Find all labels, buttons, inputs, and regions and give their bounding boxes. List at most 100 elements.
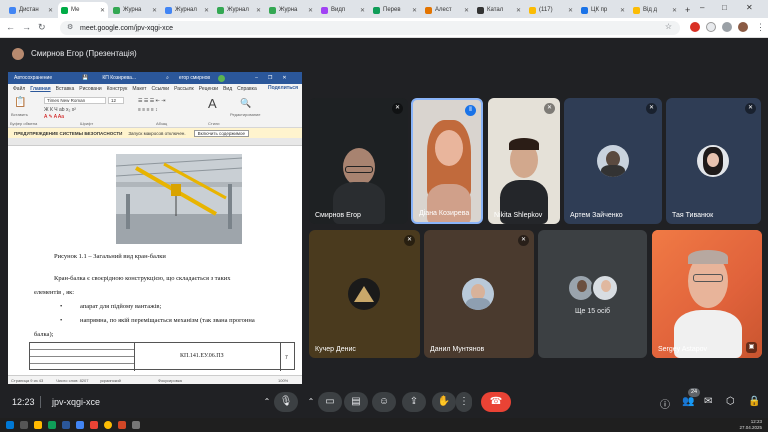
browser-tab[interactable]: Дистан ✕ xyxy=(6,2,56,18)
search-icon[interactable]: ⌕ xyxy=(166,75,169,81)
browser-tab[interactable]: Журна ✕ xyxy=(266,2,316,18)
participant-tile[interactable]: ✕ Смирнов Егор xyxy=(309,98,408,224)
status-language[interactable]: украинский xyxy=(100,378,121,383)
profile-avatar[interactable] xyxy=(738,22,748,32)
sidebar-icon[interactable] xyxy=(722,22,732,32)
pin-icon[interactable]: ▣ xyxy=(746,342,757,353)
app-icon[interactable] xyxy=(48,421,56,429)
close-icon[interactable]: ✕ xyxy=(282,75,286,81)
forward-icon[interactable]: → xyxy=(22,22,31,32)
close-window-icon[interactable]: ✕ xyxy=(746,3,753,12)
more-options-button[interactable]: ⋮ xyxy=(456,392,472,412)
word-tab[interactable]: Рассылк xyxy=(174,86,194,92)
word-tab[interactable]: Вставка xyxy=(56,86,75,92)
reload-icon[interactable]: ↻ xyxy=(38,22,46,33)
extension-icon[interactable] xyxy=(690,22,700,32)
list-icons[interactable]: ☰ ☰ ☰ ⇤ ⇥ xyxy=(138,98,165,104)
extension-puzzle-icon[interactable] xyxy=(706,22,716,32)
enable-content-button[interactable]: Включить содержимое xyxy=(193,129,250,137)
status-words[interactable]: Число слов: 8207 xyxy=(56,378,88,383)
word-tab[interactable]: Главная xyxy=(30,86,50,92)
maximize-icon[interactable]: □ xyxy=(722,3,727,12)
font-color-icon[interactable]: A ✎ A Aa xyxy=(44,114,64,120)
app-icon[interactable] xyxy=(90,421,98,429)
tab-close-icon[interactable]: ✕ xyxy=(308,7,316,14)
tab-close-icon[interactable]: ✕ xyxy=(568,7,576,14)
tab-close-icon[interactable]: ✕ xyxy=(464,7,472,14)
share-button[interactable]: Поделиться xyxy=(268,85,298,91)
chat-icon[interactable]: ✉ xyxy=(704,396,712,407)
mic-options-icon[interactable]: ⌃ xyxy=(262,392,272,412)
tab-close-icon[interactable]: ✕ xyxy=(204,7,212,14)
host-controls-icon[interactable]: 🔒 xyxy=(748,396,760,407)
bold-italic-underline-icon[interactable]: Ж К Ч ab x₂ x² xyxy=(44,107,76,113)
start-icon[interactable] xyxy=(6,421,14,429)
participant-tile[interactable]: ✕ Тая Тиванюк xyxy=(666,98,761,224)
browser-tab[interactable]: Журнал ✕ xyxy=(214,2,264,18)
captions-button[interactable]: ▤ xyxy=(344,392,368,412)
tab-close-icon[interactable]: ✕ xyxy=(672,7,680,14)
status-page[interactable]: Страница 9 из 43 xyxy=(11,378,43,383)
raise-hand-button[interactable]: ✋ xyxy=(432,392,456,412)
word-tab[interactable]: Рецензи xyxy=(199,86,218,92)
app-icon[interactable] xyxy=(76,421,84,429)
end-call-button[interactable]: ☎ xyxy=(481,392,511,412)
zoom-level[interactable]: 100% xyxy=(278,378,288,383)
tab-close-icon[interactable]: ✕ xyxy=(412,7,420,14)
tab-close-icon[interactable]: ✕ xyxy=(620,7,628,14)
browser-tab[interactable]: Катал ✕ xyxy=(474,2,524,18)
tab-close-icon[interactable]: ✕ xyxy=(256,7,264,14)
activities-icon[interactable]: ⬡ xyxy=(726,396,735,407)
editing-icon[interactable]: 🔍 xyxy=(240,98,251,109)
system-clock[interactable]: 12:23 27.04.2025 xyxy=(739,419,762,431)
user-name[interactable]: егор смирнов xyxy=(179,75,210,81)
participant-tile[interactable]: ✕ Nikita Shlepkov xyxy=(488,98,560,224)
tab-close-icon[interactable]: ✕ xyxy=(152,7,160,14)
paste-icon[interactable]: 📋 xyxy=(14,97,26,108)
word-tab[interactable]: Ссылки xyxy=(151,86,169,92)
participant-tile-speaking[interactable]: ⦀ Діана Козирева xyxy=(411,98,483,224)
font-size-select[interactable]: 12 xyxy=(108,97,124,104)
browser-tab[interactable]: Перев ✕ xyxy=(370,2,420,18)
microphone-button[interactable]: 🎙 xyxy=(274,392,298,412)
present-screen-button[interactable]: ⇪ xyxy=(402,392,426,412)
search-icon[interactable] xyxy=(20,421,28,429)
word-tab[interactable]: Макет xyxy=(132,86,146,92)
new-tab-button[interactable]: + xyxy=(682,2,696,18)
align-icons[interactable]: ≡ ≡ ≡ ≡ ↕ xyxy=(138,107,158,113)
word-tab[interactable]: Файл xyxy=(13,86,25,92)
participant-tile[interactable]: ✕ Данил Мунтянов xyxy=(424,230,534,358)
browser-tab[interactable]: Від д ✕ xyxy=(630,2,680,18)
word-tab[interactable]: Вид xyxy=(223,86,232,92)
menu-kebab-icon[interactable]: ⋮ xyxy=(756,22,765,33)
tab-close-icon[interactable]: ✕ xyxy=(100,7,108,14)
minimize-icon[interactable]: – xyxy=(700,3,704,12)
word-icon[interactable] xyxy=(62,421,70,429)
save-icon[interactable]: 💾 xyxy=(82,75,88,81)
browser-tab[interactable]: Журнал ✕ xyxy=(162,2,212,18)
tab-close-icon[interactable]: ✕ xyxy=(360,7,368,14)
camera-options-icon[interactable]: ⌃ xyxy=(306,392,316,412)
participant-tile[interactable]: ✕ Артем Зайченко xyxy=(564,98,662,224)
more-participants-tile[interactable]: Ще 15 осіб xyxy=(538,230,647,358)
address-bar[interactable]: ⚙ meet.google.com/jpv-xqgi-xce ☆ xyxy=(60,21,680,35)
word-tab[interactable]: Рисовани xyxy=(79,86,101,92)
styles-icon[interactable]: A xyxy=(208,96,217,111)
powerpoint-icon[interactable] xyxy=(118,421,126,429)
people-icon[interactable]: 👥 xyxy=(682,396,694,407)
autosave-label[interactable]: Автосохранение xyxy=(14,75,52,81)
word-tab[interactable]: Конструк xyxy=(107,86,128,92)
chrome-icon[interactable] xyxy=(104,421,112,429)
browser-tab[interactable]: Ме ✕ xyxy=(58,2,108,18)
status-focus[interactable]: Фокусировка xyxy=(158,378,182,383)
minimize-icon[interactable]: – xyxy=(255,75,258,81)
restore-icon[interactable]: ❐ xyxy=(268,75,272,81)
browser-tab[interactable]: ЦК пр ✕ xyxy=(578,2,628,18)
file-explorer-icon[interactable] xyxy=(34,421,42,429)
participant-tile[interactable]: ✕ Кучер Денис xyxy=(309,230,420,358)
tab-close-icon[interactable]: ✕ xyxy=(48,7,56,14)
back-icon[interactable]: ← xyxy=(6,22,15,32)
word-tab[interactable]: Справка xyxy=(237,86,257,92)
app-icon[interactable] xyxy=(132,421,140,429)
reactions-button[interactable]: ☺ xyxy=(372,392,396,412)
